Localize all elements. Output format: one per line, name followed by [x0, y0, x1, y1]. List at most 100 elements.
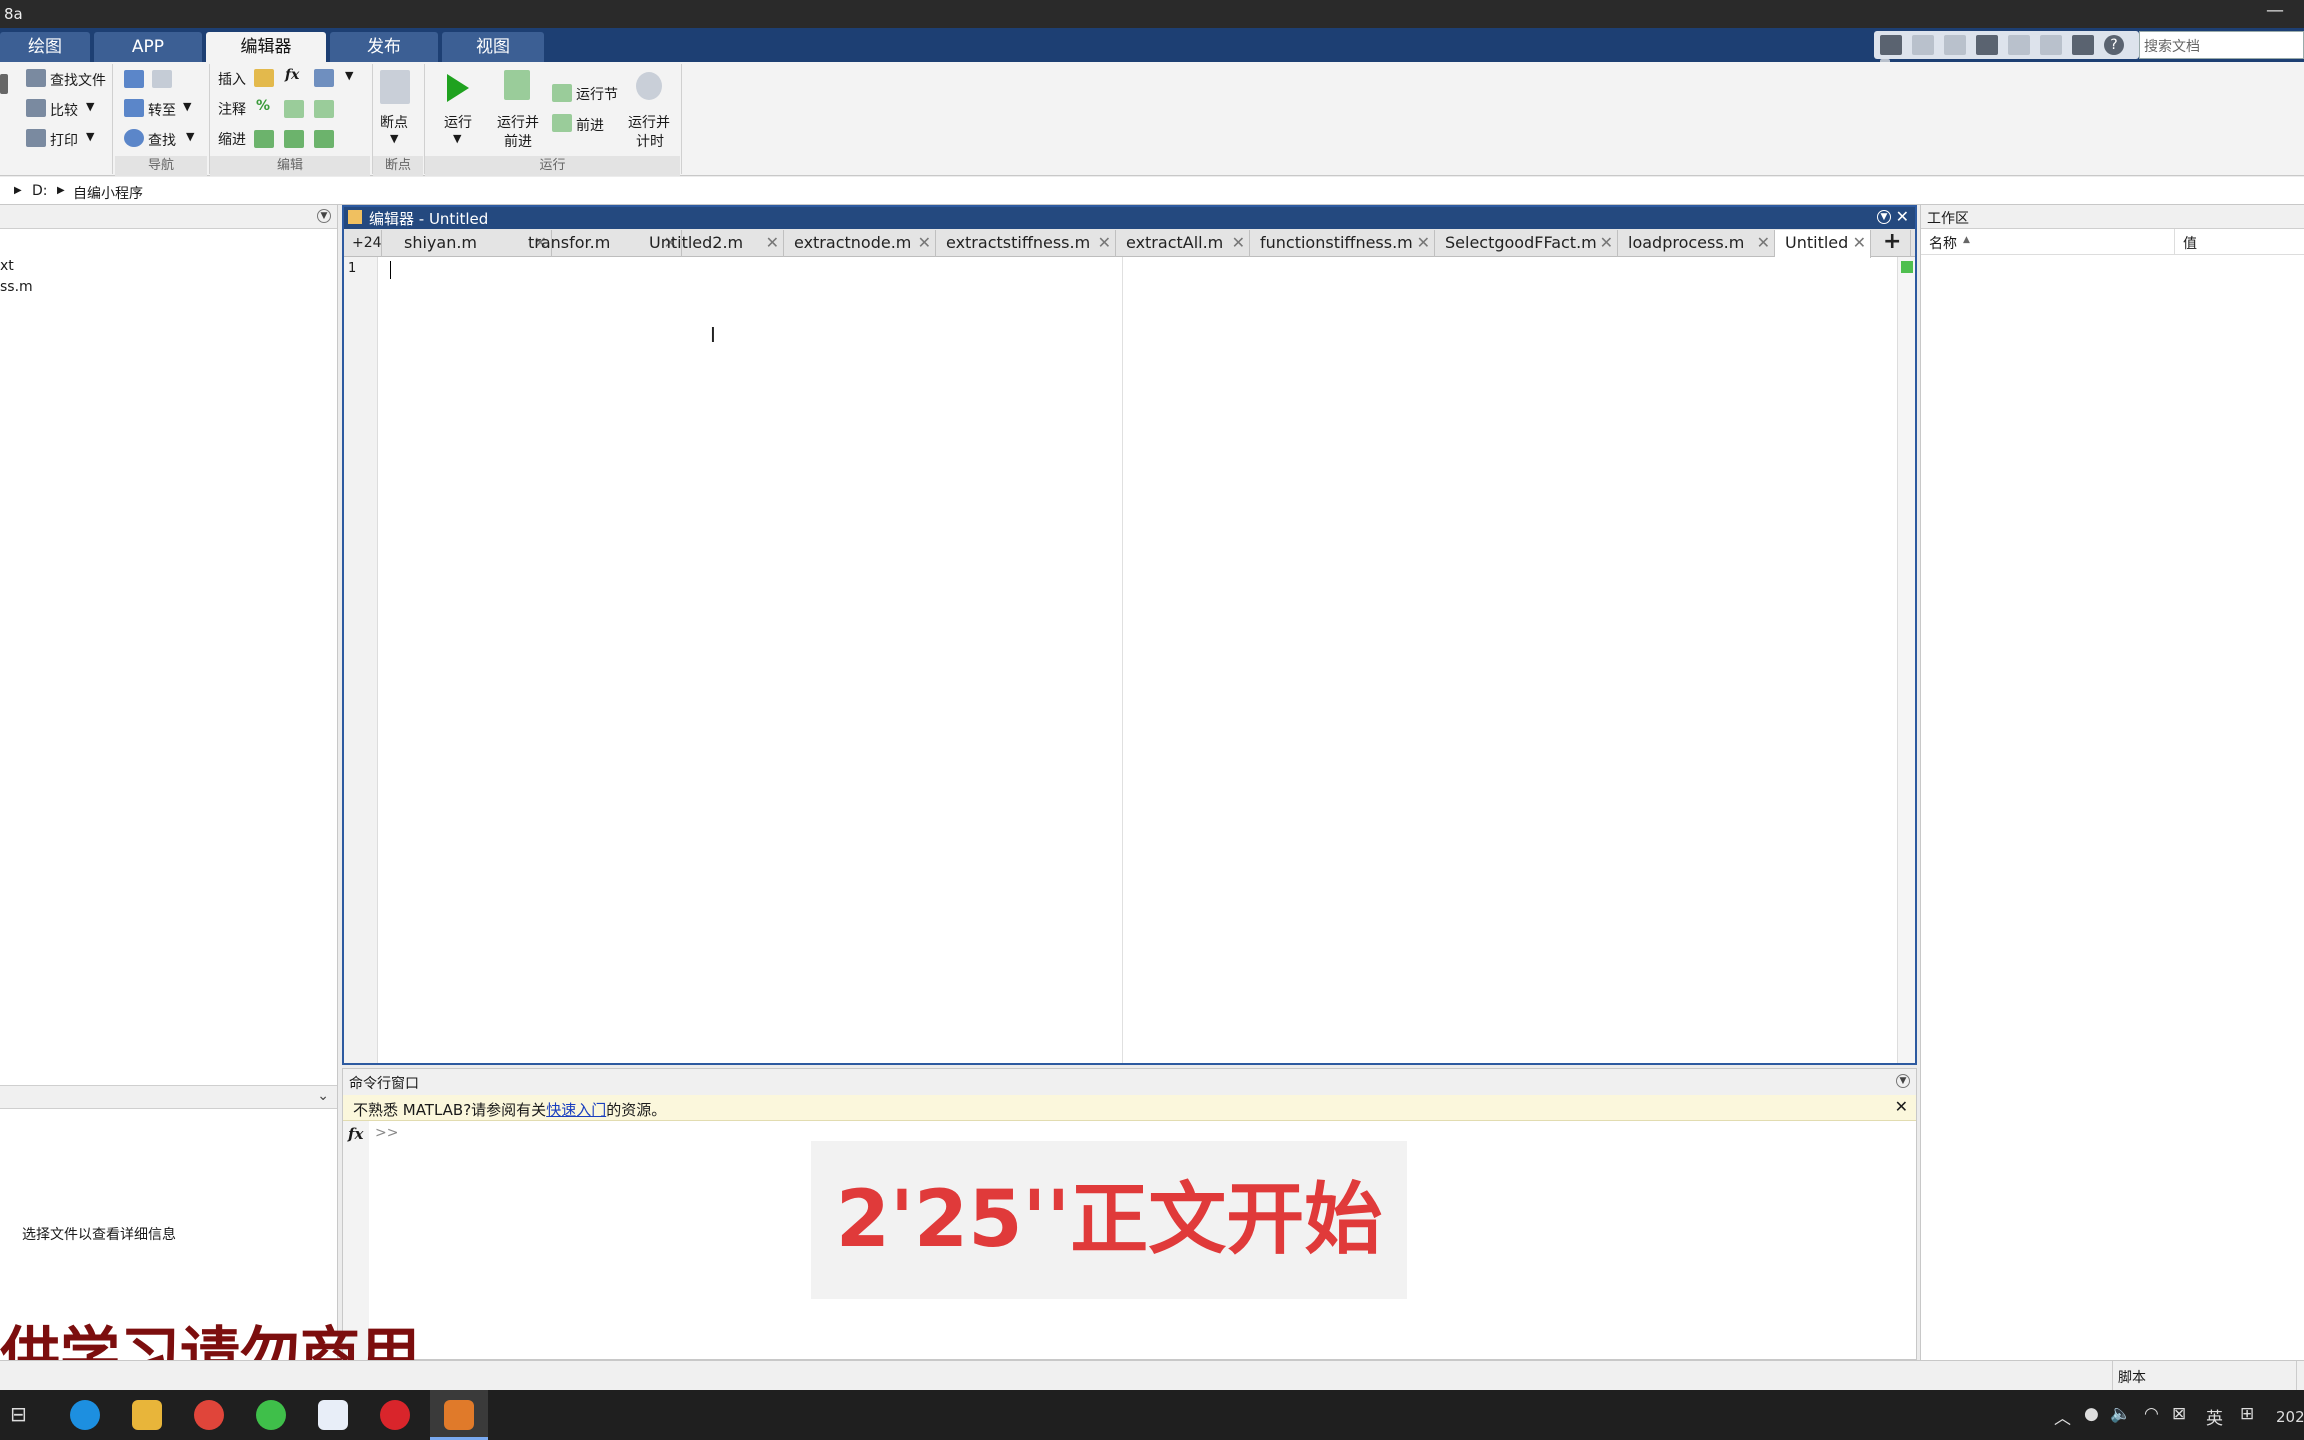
path-drive[interactable]: D:	[32, 183, 48, 199]
forward-arrow-icon[interactable]	[152, 70, 172, 88]
tab-untitled[interactable]: Untitled ✕	[1775, 230, 1871, 258]
insert-chart-icon[interactable]	[314, 69, 334, 87]
uncomment-icon[interactable]	[284, 100, 304, 118]
close-icon[interactable]: ✕	[1853, 230, 1866, 256]
tab-publish[interactable]: 发布	[330, 32, 438, 62]
chevron-down-icon[interactable]: ▼	[345, 69, 353, 82]
tab-overflow-button[interactable]: +24	[344, 230, 382, 257]
run-time-button-line2[interactable]: 计时	[636, 131, 664, 151]
panel-menu-icon[interactable]: ▼	[317, 209, 331, 223]
file-save-icon[interactable]	[0, 74, 8, 94]
close-icon[interactable]: ✕	[1757, 230, 1770, 256]
close-icon[interactable]: ✕	[1895, 1097, 1908, 1116]
comment-icon[interactable]: %	[256, 98, 270, 114]
chevron-down-icon[interactable]: ▼	[186, 130, 194, 143]
goto-button[interactable]: 转至	[148, 100, 176, 120]
chevron-down-icon[interactable]: ▼	[453, 132, 461, 145]
insert-section-icon[interactable]	[254, 69, 274, 87]
tab-view[interactable]: 视图	[442, 32, 544, 62]
chevron-down-icon[interactable]: ▼	[86, 130, 94, 143]
wechat-tray-icon[interactable]: ●	[2084, 1404, 2099, 1424]
breakpoint-icon[interactable]	[380, 70, 410, 104]
panel-menu-icon[interactable]: ▼	[1896, 1074, 1910, 1088]
tab-file[interactable]: extractAll.m ✕	[1116, 230, 1250, 257]
redo-icon[interactable]	[2040, 35, 2062, 55]
tab-plots[interactable]: 绘图	[0, 32, 90, 62]
help-icon[interactable]: ?	[2104, 35, 2124, 55]
column-name[interactable]: 名称	[1929, 233, 1957, 253]
run-advance-icon[interactable]	[504, 70, 530, 100]
close-icon[interactable]: ✕	[1600, 230, 1613, 256]
save-icon[interactable]	[1880, 35, 1902, 55]
chevron-right-icon[interactable]: ▶	[14, 185, 22, 196]
increase-indent-icon[interactable]	[284, 130, 304, 148]
chevron-down-icon[interactable]: ▼	[390, 132, 398, 145]
keyboard-icon[interactable]: ⊞	[2240, 1404, 2254, 1424]
insert-function-icon[interactable]: fx	[285, 67, 299, 83]
chevron-right-icon[interactable]: ▶	[57, 185, 65, 196]
run-section-button[interactable]: 运行节	[576, 84, 618, 104]
search-docs-input[interactable]: 搜索文档	[2139, 31, 2304, 59]
edge-icon[interactable]	[70, 1400, 100, 1430]
wrap-comments-icon[interactable]	[314, 100, 334, 118]
minimize-button[interactable]: —	[2266, 0, 2284, 21]
no-network-icon[interactable]: ⊠	[2172, 1404, 2186, 1424]
file-item[interactable]: ss.m	[0, 279, 33, 295]
tab-file[interactable]: functionstiffness.m ✕	[1250, 230, 1435, 257]
chevron-down-icon[interactable]: ⌄	[317, 1088, 329, 1104]
close-icon[interactable]: ✕	[1098, 230, 1111, 256]
netease-music-icon[interactable]	[380, 1400, 410, 1430]
chevron-up-icon[interactable]: ︿	[2054, 1404, 2071, 1429]
back-arrow-icon[interactable]	[124, 70, 144, 88]
volume-icon[interactable]: 🔈	[2110, 1404, 2131, 1424]
copy-icon[interactable]	[1944, 35, 1966, 55]
smart-indent-icon[interactable]	[254, 130, 274, 148]
tab-file[interactable]: Untitled2.m ✕	[639, 230, 784, 257]
sort-ascending-icon[interactable]: ▲	[1963, 235, 1970, 245]
wechat-icon[interactable]	[256, 1400, 286, 1430]
quick-start-link[interactable]: 快速入门	[546, 1101, 606, 1119]
advance-button[interactable]: 前进	[576, 115, 604, 135]
run-time-button-line1[interactable]: 运行并	[628, 112, 670, 132]
cut-icon[interactable]	[1912, 35, 1934, 55]
code-analyzer-bar[interactable]	[1897, 257, 1915, 1063]
close-icon[interactable]: ✕	[1232, 230, 1245, 256]
compare-button[interactable]: 比较	[50, 100, 78, 120]
tab-editor[interactable]: 编辑器	[206, 32, 326, 62]
print-button[interactable]: 打印	[50, 130, 78, 150]
run-advance-button-line1[interactable]: 运行并	[497, 112, 539, 132]
close-icon[interactable]: ✕	[918, 230, 931, 256]
editor-menu-icon[interactable]: ▼	[1877, 210, 1891, 224]
clock[interactable]: 202	[2276, 1408, 2304, 1426]
add-tab-button[interactable]: +	[1871, 230, 1911, 257]
close-icon[interactable]: ✕	[1417, 230, 1430, 256]
tab-file[interactable]: extractstiffness.m ✕	[936, 230, 1116, 257]
undo-icon[interactable]	[2008, 35, 2030, 55]
code-area[interactable]	[378, 257, 1898, 1063]
find-files-button[interactable]: 查找文件	[50, 70, 106, 90]
tab-file[interactable]: SelectgoodFFact.m ✕	[1435, 230, 1618, 257]
app-icon[interactable]	[318, 1400, 348, 1430]
task-view-icon[interactable]: ⊟	[10, 1402, 27, 1426]
network-icon[interactable]: ◠	[2144, 1404, 2159, 1424]
file-explorer-icon[interactable]	[132, 1400, 162, 1430]
matlab-taskbar-item[interactable]	[430, 1390, 488, 1440]
switch-windows-icon[interactable]	[2072, 35, 2094, 55]
ime-indicator[interactable]: 英	[2206, 1404, 2223, 1429]
path-folder[interactable]: 自编小程序	[73, 183, 143, 203]
command-prompt[interactable]: >>	[375, 1125, 398, 1141]
run-button[interactable]: 运行	[444, 112, 472, 132]
close-icon[interactable]: ✕	[766, 230, 779, 256]
function-browser-icon[interactable]: fx	[348, 1125, 363, 1143]
run-icon[interactable]	[447, 74, 469, 102]
tab-apps[interactable]: APP	[94, 32, 202, 62]
close-icon[interactable]: ✕	[1896, 207, 1909, 226]
tab-file[interactable]: loadprocess.m ✕	[1618, 230, 1775, 257]
chevron-down-icon[interactable]: ▼	[183, 100, 191, 113]
decrease-indent-icon[interactable]	[314, 130, 334, 148]
file-item[interactable]: xt	[0, 258, 14, 274]
find-button[interactable]: 查找	[148, 130, 176, 150]
column-value[interactable]: 值	[2183, 233, 2197, 253]
tab-file[interactable]: extractnode.m ✕	[784, 230, 936, 257]
breakpoints-button[interactable]: 断点	[380, 112, 408, 132]
